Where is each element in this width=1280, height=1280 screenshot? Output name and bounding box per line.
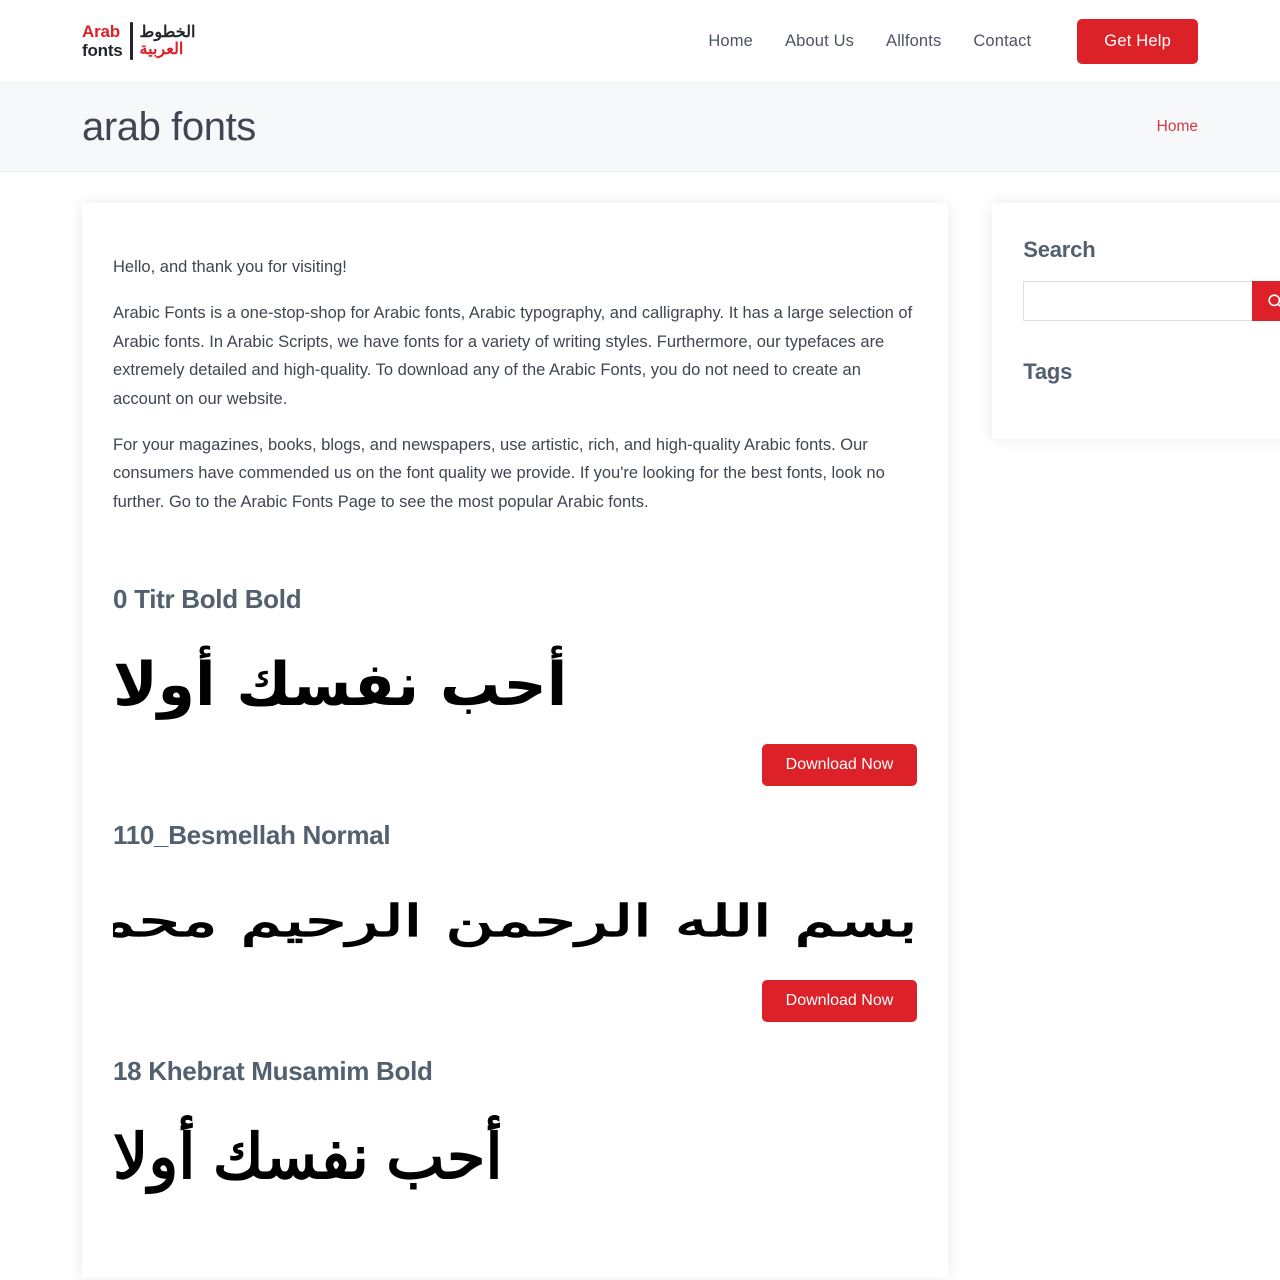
logo-latin-text: Arab fonts	[82, 23, 123, 59]
search-widget-title: Search	[1023, 237, 1096, 262]
nav-item-contact[interactable]: Contact	[957, 32, 1047, 51]
logo-arabic-top: الخطوط	[139, 23, 196, 41]
breadcrumb-home-link[interactable]: Home	[1157, 118, 1198, 135]
intro-text-block: Hello, and thank you for visiting! Arabi…	[113, 253, 917, 516]
font-preview: بسم الله الرحمن الرحيم محمد رسول الله	[113, 873, 917, 968]
font-title: 0 Titr Bold Bold	[113, 584, 302, 614]
logo-arabic-bottom: العربية	[139, 40, 184, 58]
site-logo[interactable]: Arab fonts الخطوط العربية	[82, 22, 195, 60]
download-row: Download Now	[113, 980, 918, 1022]
main-content-card: Hello, and thank you for visiting! Arabi…	[82, 203, 949, 1278]
font-list: 0 Titr Bold Bold أحب نفسك أولا Download …	[113, 584, 918, 1204]
page-title: arab fonts	[82, 104, 256, 149]
tags-widget: Tags	[1023, 359, 1280, 385]
tags-widget-title: Tags	[1023, 359, 1073, 384]
page-hero: arab fonts Home	[0, 82, 1280, 172]
search-submit-button[interactable]	[1252, 281, 1280, 321]
sidebar: Search Tags	[992, 203, 1280, 439]
download-row: Download Now	[113, 744, 918, 786]
main-navigation: Home About Us Allfonts Contact Get Help	[692, 18, 1198, 64]
page-layout: Hello, and thank you for visiting! Arabi…	[0, 172, 1280, 1278]
font-preview: أحب نفسك أولا	[113, 1109, 917, 1204]
nav-item-about-us[interactable]: About Us	[769, 32, 870, 51]
font-preview: أحب نفسك أولا	[113, 637, 917, 732]
logo-arab-word: Arab	[82, 22, 120, 41]
font-item: 110_Besmellah Normal بسم الله الرحمن الر…	[113, 820, 918, 1022]
search-form	[1023, 281, 1280, 321]
intro-paragraph-3: For your magazines, books, blogs, and ne…	[113, 435, 885, 511]
font-preview-text: أحب نفسك أولا	[113, 1123, 504, 1192]
nav-item-allfonts[interactable]: Allfonts	[870, 32, 957, 51]
font-title: 18 Khebrat Musamim Bold	[113, 1056, 433, 1086]
font-item: 0 Titr Bold Bold أحب نفسك أولا Download …	[113, 584, 918, 786]
font-preview-text: بسم الله الرحمن الرحيم محمد رسول الله	[113, 894, 918, 947]
font-preview-text: أحب نفسك أولا	[113, 649, 568, 720]
logo-arabic-text: الخطوط العربية	[139, 23, 196, 58]
download-now-button[interactable]: Download Now	[761, 744, 918, 786]
search-icon	[1266, 292, 1280, 311]
breadcrumb: Home	[1157, 118, 1198, 136]
intro-paragraph-1: Hello, and thank you for visiting!	[113, 258, 347, 276]
intro-paragraph-2: Arabic Fonts is a one-stop-shop for Arab…	[113, 304, 913, 408]
search-input[interactable]	[1023, 281, 1253, 321]
font-title: 110_Besmellah Normal	[113, 820, 391, 850]
logo-fonts-word: fonts	[82, 41, 123, 60]
site-header: Arab fonts الخطوط العربية Home About Us …	[0, 0, 1280, 82]
font-item: 18 Khebrat Musamim Bold أحب نفسك أولا	[113, 1056, 917, 1204]
logo-divider	[129, 22, 133, 60]
get-help-button[interactable]: Get Help	[1077, 18, 1198, 64]
search-widget: Search	[1023, 237, 1280, 321]
nav-item-home[interactable]: Home	[692, 32, 769, 51]
download-now-button[interactable]: Download Now	[761, 980, 918, 1022]
